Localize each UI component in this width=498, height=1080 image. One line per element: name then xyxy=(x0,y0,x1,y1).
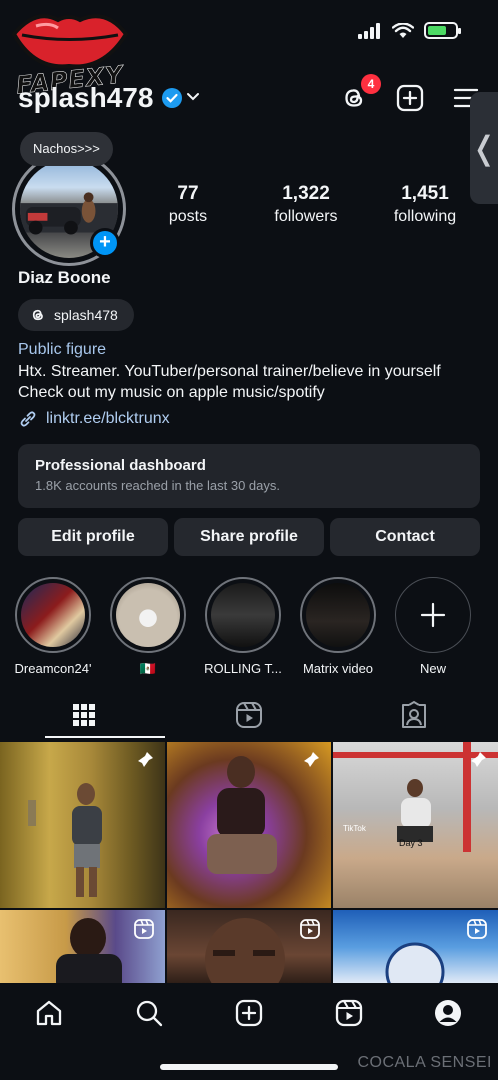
reel-icon xyxy=(300,919,320,939)
highlight-label: Dreamcon24' xyxy=(14,661,92,676)
profile-note-bubble[interactable]: Nachos>>> xyxy=(20,132,113,166)
profile-tab-icon[interactable] xyxy=(433,998,463,1028)
stat-following[interactable]: 1,451 following xyxy=(375,183,475,226)
stat-following-value: 1,451 xyxy=(401,183,449,204)
highlight-label: 🇲🇽 xyxy=(139,661,157,676)
reel-icon xyxy=(467,919,487,939)
highlight-label: New xyxy=(419,661,446,676)
highlight-cover xyxy=(306,583,370,647)
bio-line: Check out my music on apple music/spotif… xyxy=(18,384,325,401)
chevron-down-icon[interactable] xyxy=(186,91,200,103)
plus-icon xyxy=(420,602,446,628)
grid-post[interactable] xyxy=(0,742,165,908)
profile-bio: Htx. Streamer. YouTuber/personal trainer… xyxy=(18,361,441,403)
status-bar-right xyxy=(358,22,461,39)
highlight-item[interactable]: ROLLING T... xyxy=(198,577,288,676)
verified-badge-icon xyxy=(162,88,182,108)
grid-post[interactable] xyxy=(167,910,331,985)
new-post-icon[interactable] xyxy=(234,998,264,1028)
home-icon[interactable] xyxy=(34,998,64,1028)
reel-icon xyxy=(134,919,154,939)
profile-full-name: Diaz Boone xyxy=(18,268,111,287)
stat-posts-label: posts xyxy=(168,208,208,225)
grid-post[interactable] xyxy=(167,742,331,908)
dashboard-subtitle: 1.8K accounts reached in the last 30 day… xyxy=(35,478,280,493)
wifi-icon xyxy=(392,22,414,38)
grid-post[interactable] xyxy=(0,910,165,985)
dashboard-title: Professional dashboard xyxy=(35,457,206,474)
stat-posts-value: 77 xyxy=(177,183,199,204)
battery-icon xyxy=(424,22,461,39)
edit-profile-button[interactable]: Edit profile xyxy=(18,518,168,556)
threads-handle: splash478 xyxy=(54,307,118,323)
active-tab-indicator xyxy=(45,736,165,738)
add-story-plus-icon[interactable]: + xyxy=(90,228,120,258)
highlight-label: ROLLING T... xyxy=(204,661,282,676)
link-icon xyxy=(20,411,36,427)
share-profile-button[interactable]: Share profile xyxy=(174,518,324,556)
profile-link-text: linktr.ee/blcktrunx xyxy=(46,410,170,427)
home-indicator xyxy=(160,1064,338,1070)
grid-tab-icon[interactable] xyxy=(69,700,99,730)
highlight-cover xyxy=(211,583,275,647)
highlight-label: Matrix video xyxy=(302,661,374,676)
profile-category[interactable]: Public figure xyxy=(18,341,106,359)
threads-notification-badge: 4 xyxy=(361,74,381,94)
contact-button[interactable]: Contact xyxy=(330,518,480,556)
highlight-cover xyxy=(116,583,180,647)
tiktok-caption: TikTok xyxy=(343,824,366,833)
grid-post[interactable] xyxy=(333,910,498,985)
threads-profile-chip[interactable]: splash478 xyxy=(18,299,134,331)
professional-dashboard-card[interactable]: Professional dashboard 1.8K accounts rea… xyxy=(18,444,480,508)
bio-line: Htx. Streamer. YouTuber/personal trainer… xyxy=(18,363,441,380)
highlight-cover xyxy=(21,583,85,647)
signal-icon xyxy=(358,22,380,39)
profile-link[interactable]: linktr.ee/blcktrunx xyxy=(18,409,170,429)
stat-posts[interactable]: 77 posts xyxy=(138,183,238,226)
new-highlight-button[interactable]: New xyxy=(388,577,478,676)
pinned-post-icon xyxy=(469,752,486,769)
search-icon[interactable] xyxy=(134,998,164,1028)
stat-followers-label: followers xyxy=(274,208,338,225)
stat-followers-value: 1,322 xyxy=(282,183,330,204)
highlight-item[interactable]: 🇲🇽 xyxy=(103,577,193,677)
reels-icon[interactable] xyxy=(334,998,364,1028)
tagged-tab-icon[interactable] xyxy=(399,700,429,730)
highlight-item[interactable]: Dreamcon24' xyxy=(8,577,98,676)
grid-post[interactable]: TikTok Day 3 xyxy=(333,742,498,908)
footer-watermark: COCALA SENSEI xyxy=(357,1054,492,1071)
create-post-icon[interactable] xyxy=(396,84,424,112)
highlight-item[interactable]: Matrix video xyxy=(293,577,383,676)
pinned-post-icon xyxy=(302,752,319,769)
day-caption: Day 3 xyxy=(399,838,423,848)
threads-small-icon xyxy=(32,309,43,321)
stat-following-label: following xyxy=(393,208,457,225)
profile-username[interactable]: splash478 xyxy=(18,82,153,114)
reels-tab-icon[interactable] xyxy=(234,700,264,730)
pinned-post-icon xyxy=(136,752,153,769)
stat-followers[interactable]: 1,322 followers xyxy=(256,183,356,226)
